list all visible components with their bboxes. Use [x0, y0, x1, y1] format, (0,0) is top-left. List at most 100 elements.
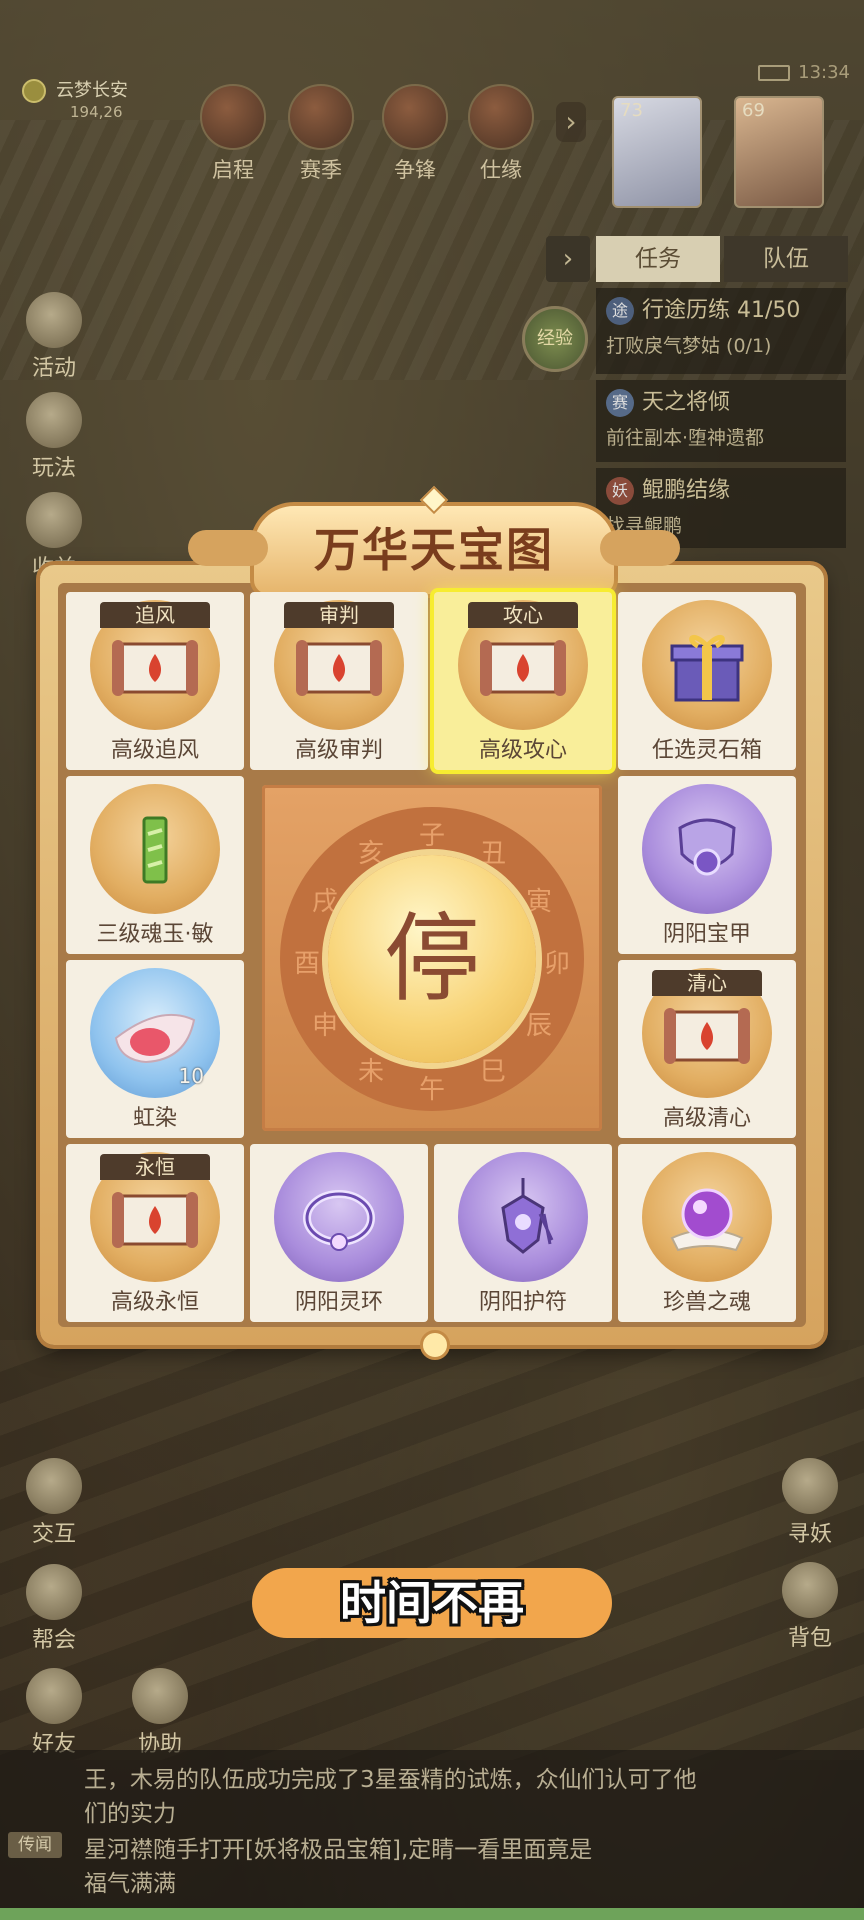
reward-tag: 攻心: [468, 602, 578, 628]
reward-tag: 清心: [652, 970, 762, 996]
stop-button[interactable]: 停: [328, 855, 536, 1063]
chat-channel-tag: 传闻: [8, 1832, 62, 1858]
tab-task[interactable]: 任务: [596, 236, 720, 282]
armor-icon: [678, 818, 736, 876]
reward-label: 高级永恒: [110, 1290, 199, 1315]
zodiac-char: 酉: [293, 949, 320, 979]
gameplay-icon: [26, 392, 82, 448]
reward-icon-circle: [458, 1152, 588, 1282]
reward-cell[interactable]: 阴阳灵环: [250, 1144, 428, 1322]
side-button-guild[interactable]: 帮会: [14, 1564, 94, 1654]
reward-label: 珍兽之魂: [662, 1290, 751, 1315]
pet-portrait[interactable]: 73: [612, 96, 702, 208]
reward-label: 高级追风: [110, 738, 199, 763]
zodiac-char: 寅: [525, 887, 552, 917]
side-button-interact[interactable]: 交互: [14, 1458, 94, 1548]
modal-title-plate: 万华天宝图: [188, 502, 680, 598]
top-button-qicheng[interactable]: 启程: [196, 84, 270, 184]
reward-cell[interactable]: 阴阳护符: [434, 1144, 612, 1322]
badge-icon: [468, 84, 534, 150]
guild-icon: [26, 1564, 82, 1620]
item-quantity: 10: [178, 1064, 204, 1088]
side-button-bag[interactable]: 背包: [770, 1562, 850, 1652]
reward-tag: 审判: [284, 602, 394, 628]
side-button-find-demon[interactable]: 寻妖: [770, 1458, 850, 1548]
reward-label: 虹染: [132, 1106, 177, 1131]
reward-cell[interactable]: 审判 高级审判: [250, 592, 428, 770]
flag-icon: [382, 84, 448, 150]
status-bar: 13:34: [758, 62, 850, 83]
top-button-zhengfeng[interactable]: 争锋: [378, 84, 452, 184]
bottom-bar: [0, 1908, 864, 1920]
book-icon: [288, 84, 354, 150]
reward-tag: 追风: [100, 602, 210, 628]
zodiac-char: 巳: [479, 1057, 506, 1087]
zodiac-char: 卯: [543, 949, 570, 979]
scroll-icon: [200, 84, 266, 150]
zodiac-char: 丑: [479, 839, 506, 869]
location-icon: [22, 79, 46, 103]
subtitle-banner: 时间不再: [252, 1568, 612, 1638]
location-info[interactable]: 云梦长安 194,26: [22, 76, 128, 121]
reward-cell[interactable]: 任选灵石箱: [618, 592, 796, 770]
reward-icon-circle: [90, 784, 220, 914]
reward-cell[interactable]: 追风 高级追风: [66, 592, 244, 770]
zodiac-char: 子: [418, 821, 445, 851]
reward-label: 高级审判: [294, 738, 383, 763]
zodiac-char: 辰: [525, 1011, 552, 1041]
reward-cell[interactable]: 珍兽之魂: [618, 1144, 796, 1322]
reward-label: 三级魂玉·敏: [96, 922, 214, 947]
reward-cell[interactable]: 清心 高级清心: [618, 960, 796, 1138]
quest-type-badge: 妖: [606, 477, 634, 505]
expand-arrow-button[interactable]: ›: [556, 102, 586, 142]
chat-line: 福气满满: [84, 1871, 176, 1897]
quest-item[interactable]: 赛天之将倾 前往副本·堕神遗都: [596, 380, 846, 462]
reward-cell[interactable]: 10 虹染: [66, 960, 244, 1138]
quest-item[interactable]: 途行途历练 41/50 打败戾气梦姑 (0/1): [596, 288, 846, 374]
location-coords: 194,26: [70, 103, 123, 121]
collapse-quest-button[interactable]: ›: [546, 236, 590, 282]
quest-tabs: › 任务 队伍: [546, 236, 848, 282]
reward-cell-highlighted[interactable]: 攻心 高级攻心: [434, 592, 612, 770]
reward-cell[interactable]: 三级魂玉·敏: [66, 776, 244, 954]
side-button-gameplay[interactable]: 玩法: [14, 392, 94, 482]
reward-icon-circle: [642, 1152, 772, 1282]
reward-label: 阴阳护符: [478, 1290, 567, 1315]
zodiac-char: 亥: [357, 839, 384, 869]
tab-team[interactable]: 队伍: [724, 236, 848, 282]
interact-icon: [26, 1458, 82, 1514]
hero-portrait[interactable]: 69: [734, 96, 824, 208]
reward-cell[interactable]: 永恒 高级永恒: [66, 1144, 244, 1322]
reward-icon-circle: [274, 1152, 404, 1282]
side-button-friends[interactable]: 好友: [14, 1668, 94, 1758]
necklace-ring-icon: [303, 1190, 375, 1251]
reward-tag: 永恒: [100, 1154, 210, 1180]
battery-icon: [758, 65, 791, 81]
exp-badge[interactable]: 经验: [522, 306, 588, 372]
side-button-assist[interactable]: 协助: [120, 1668, 200, 1758]
demon-icon: [782, 1458, 838, 1514]
income-icon: [26, 492, 82, 548]
reward-label: 任选灵石箱: [651, 738, 762, 763]
reward-icon-circle: [642, 600, 772, 730]
zodiac-char: 戌: [311, 887, 338, 917]
reward-label: 高级攻心: [478, 738, 567, 763]
activity-icon: [26, 292, 82, 348]
quest-type-badge: 途: [606, 297, 634, 325]
reward-cell[interactable]: 阴阳宝甲: [618, 776, 796, 954]
lottery-dial: 子 丑 寅 卯 辰 巳 午 未 申 酉 戌 亥 停: [262, 785, 602, 1131]
top-button-shiyuan[interactable]: 仕缘: [464, 84, 538, 184]
chat-line: 们的实力: [84, 1801, 176, 1827]
top-button-season[interactable]: 赛季: [284, 84, 358, 184]
zodiac-char: 申: [311, 1011, 338, 1041]
amulet-icon: [501, 1178, 554, 1254]
zodiac-char: 未: [357, 1057, 384, 1087]
zodiac-char: 午: [418, 1075, 445, 1105]
chat-panel[interactable]: 王，木易的队伍成功完成了3星蚕精的试炼，众仙们认可了他 们的实力 传闻 星河襟随…: [0, 1750, 864, 1910]
reward-label: 高级清心: [662, 1106, 751, 1131]
jade-tablet-icon: [142, 816, 168, 884]
chat-line: 王，木易的队伍成功完成了3星蚕精的试炼，众仙们认可了他: [84, 1767, 697, 1793]
reward-label: 阴阳灵环: [294, 1290, 383, 1315]
side-button-activity[interactable]: 活动: [14, 292, 94, 382]
modal-title: 万华天宝图: [314, 523, 554, 577]
